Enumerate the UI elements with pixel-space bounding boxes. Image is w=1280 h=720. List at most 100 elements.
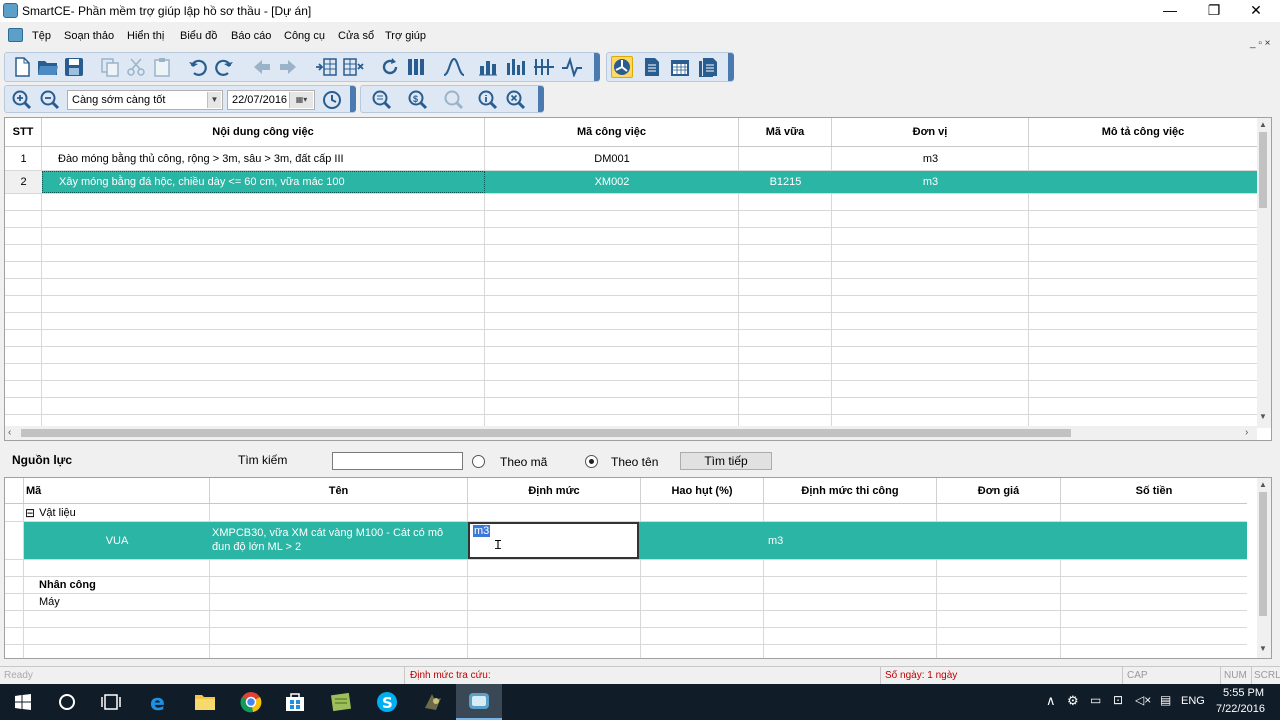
row-content[interactable]: Đào móng bằng thủ công, rộng > 3m, sâu >… — [58, 147, 478, 170]
calendar-view-icon[interactable] — [669, 56, 691, 78]
curve-chart-icon[interactable] — [443, 56, 465, 78]
zoom-out-icon[interactable] — [39, 89, 61, 111]
resource-grid-vscroll[interactable]: ▲ ▼ — [1257, 478, 1271, 658]
row-unit[interactable]: m3 — [832, 171, 1029, 193]
app-green-icon[interactable] — [318, 684, 364, 720]
clock-time[interactable]: 5:55 PM — [1220, 687, 1264, 699]
find-zoom-icon[interactable] — [371, 89, 393, 111]
mdi-document-icon[interactable] — [8, 28, 23, 42]
notification-icon[interactable]: ▤ — [1160, 693, 1171, 707]
menu-chart[interactable]: Biểu đồ — [180, 30, 217, 42]
col-stt[interactable]: STT — [5, 118, 42, 146]
language-indicator[interactable]: ENG — [1181, 695, 1205, 707]
resource-code[interactable]: VUA — [24, 522, 210, 559]
clock-icon[interactable] — [321, 89, 343, 111]
col-mortar-code[interactable]: Mã vữa — [739, 118, 832, 146]
row-content[interactable]: Xây móng bằng đá hộc, chiều dày <= 60 cm… — [42, 171, 485, 193]
col-construction-norm[interactable]: Định mức thi công — [764, 478, 937, 503]
chevron-down-icon[interactable]: ▼ — [207, 92, 221, 108]
col-amount[interactable]: Số tiền — [1061, 478, 1247, 503]
menu-window[interactable]: Cửa sổ — [338, 30, 374, 42]
toolbar-grip[interactable] — [594, 53, 600, 81]
col-unit[interactable]: Đơn vị — [832, 118, 1029, 146]
find-next-button[interactable]: Tìm tiếp — [680, 452, 772, 470]
table-row-selected[interactable]: 2 Xây móng bằng đá hộc, chiều dày <= 60 … — [5, 171, 1257, 193]
col-unit-price[interactable]: Đơn giá — [937, 478, 1061, 503]
restore-button[interactable]: ❐ — [1191, 0, 1237, 22]
task-grid-vscroll[interactable]: ▲ ▼ — [1257, 118, 1271, 428]
resource-name[interactable]: XMPCB30, vữa XM cát vàng M100 - Cát có m… — [212, 526, 462, 556]
zoom-in-icon[interactable] — [11, 89, 33, 111]
group-labor[interactable]: Nhân công — [39, 577, 96, 593]
table-row-selected[interactable]: VUA XMPCB30, vữa XM cát vàng M100 - Cát … — [24, 522, 1247, 559]
windows-start-icon[interactable] — [0, 684, 46, 720]
minimize-button[interactable]: — — [1147, 0, 1193, 22]
scroll-down-icon[interactable]: ▼ — [1259, 412, 1267, 421]
battery-icon[interactable]: ▭ — [1090, 693, 1101, 707]
close-button[interactable]: ✕ — [1233, 0, 1279, 22]
open-folder-icon[interactable] — [37, 56, 59, 78]
toolbar-grip[interactable] — [538, 86, 544, 112]
row-unit[interactable]: m3 — [832, 147, 1029, 170]
row-mortar-code[interactable] — [739, 147, 832, 170]
menu-tools[interactable]: Công cụ — [284, 30, 325, 42]
find-cost-icon[interactable]: $ — [407, 89, 429, 111]
redo-icon[interactable] — [213, 56, 235, 78]
menu-view[interactable]: Hiển thị — [127, 30, 164, 42]
menu-file[interactable]: Tệp — [32, 30, 51, 42]
refresh-icon[interactable] — [379, 56, 401, 78]
undo-icon[interactable] — [187, 56, 209, 78]
histogram-icon[interactable] — [505, 56, 527, 78]
scroll-thumb[interactable] — [21, 429, 1071, 437]
store-icon[interactable] — [272, 684, 318, 720]
mdi-window-controls[interactable]: _ ▫ × — [1250, 38, 1271, 49]
columns-icon[interactable] — [405, 56, 427, 78]
col-task-code[interactable]: Mã công việc — [485, 118, 739, 146]
toolbar-grip[interactable] — [728, 53, 734, 81]
copy-icon[interactable] — [99, 56, 121, 78]
col-waste[interactable]: Hao hụt (%) — [641, 478, 764, 503]
col-code[interactable]: Mã — [24, 478, 210, 503]
scroll-right-icon[interactable]: › — [1245, 427, 1248, 438]
clock-date[interactable]: 7/22/2016 — [1216, 703, 1265, 715]
search-icon[interactable] — [44, 684, 90, 720]
scroll-down-icon[interactable]: ▼ — [1259, 644, 1267, 653]
task-view-icon[interactable] — [88, 684, 134, 720]
skype-icon[interactable]: S — [364, 684, 410, 720]
table-row[interactable]: 1 Đào móng bằng thủ công, rộng > 3m, sâu… — [5, 147, 1257, 170]
schedule-mode-select[interactable]: Càng sớm càng tốt ▼ — [67, 90, 223, 110]
row-task-code[interactable]: XM002 — [485, 171, 739, 193]
arrow-right-icon[interactable] — [277, 56, 299, 78]
gantt-view-icon[interactable] — [611, 56, 633, 78]
resource-construction-norm[interactable]: m3 — [768, 522, 868, 559]
insert-row-icon[interactable] — [315, 56, 337, 78]
pages-view-icon[interactable] — [697, 56, 719, 78]
arrow-left-icon[interactable] — [251, 56, 273, 78]
chrome-icon[interactable] — [228, 684, 274, 720]
row-mortar-code[interactable]: B1215 — [739, 171, 832, 193]
file-explorer-icon[interactable] — [182, 684, 228, 720]
menu-report[interactable]: Báo cáo — [231, 30, 271, 42]
find-clear-icon[interactable] — [505, 89, 527, 111]
tray-expand-icon[interactable]: ∧ — [1046, 693, 1056, 709]
norm-edit-field[interactable]: m3 Ｉ — [468, 522, 639, 559]
app-dark-icon[interactable] — [410, 684, 456, 720]
col-name[interactable]: Tên — [210, 478, 468, 503]
col-content[interactable]: Nội dung công việc — [42, 118, 485, 146]
scroll-up-icon[interactable]: ▲ — [1259, 480, 1267, 489]
network-icon[interactable]: ⊡ — [1113, 693, 1123, 707]
find-disabled-icon[interactable] — [443, 89, 465, 111]
menu-edit[interactable]: Soạn thảo — [64, 30, 114, 42]
resource-search-input[interactable] — [332, 452, 463, 470]
menu-help[interactable]: Trợ giúp — [385, 30, 426, 42]
radio-by-name-label[interactable]: Theo tên — [611, 455, 658, 469]
start-date-picker[interactable]: 22/07/2016 ▦▾ — [227, 90, 315, 110]
radio-by-code-label[interactable]: Theo mã — [500, 455, 547, 469]
scroll-thumb[interactable] — [1259, 492, 1267, 616]
find-info-icon[interactable] — [477, 89, 499, 111]
norm-edit-text[interactable]: m3 — [473, 525, 491, 537]
resource-chart-icon[interactable] — [533, 56, 555, 78]
save-icon[interactable] — [63, 56, 85, 78]
delete-row-icon[interactable] — [343, 56, 365, 78]
scroll-thumb[interactable] — [1259, 132, 1267, 208]
